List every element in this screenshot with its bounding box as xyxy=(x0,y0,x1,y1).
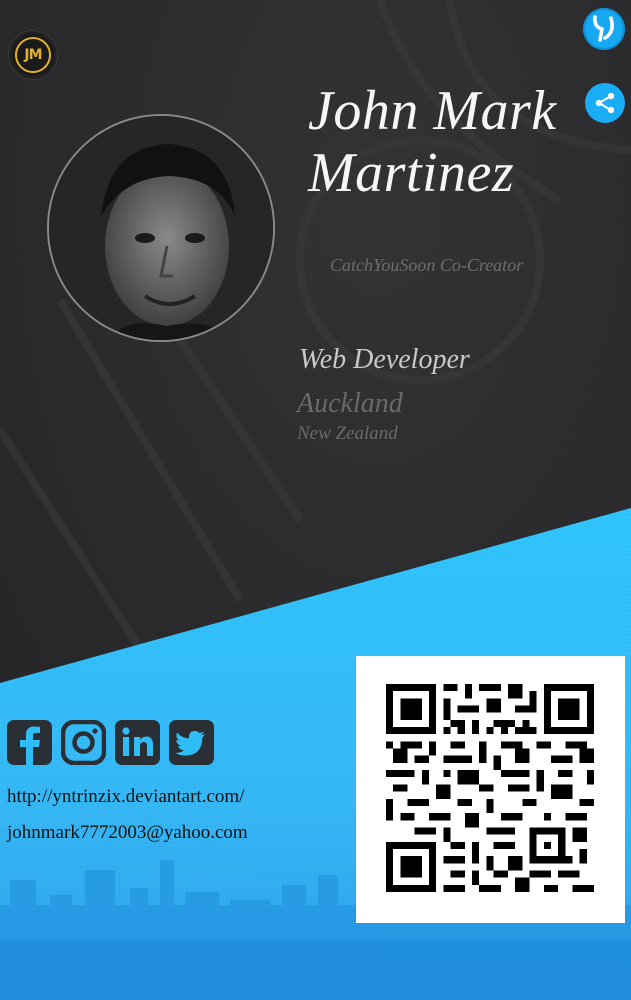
city: Auckland xyxy=(297,388,403,419)
qr-code-graphic xyxy=(386,684,594,892)
catchyousoon-logo-icon xyxy=(593,15,614,42)
linkedin-icon[interactable] xyxy=(115,720,160,765)
email-link[interactable]: johnmark7772003@yahoo.com xyxy=(7,822,248,844)
instagram-icon[interactable] xyxy=(61,720,106,765)
job-title: Web Developer xyxy=(299,344,470,375)
jm-logo[interactable]: JM xyxy=(9,31,57,79)
profile-portrait xyxy=(49,116,273,340)
contact-card: JM John Mark Martinez CatchYouSoon Co-Cr… xyxy=(0,0,631,1000)
full-name: John Mark Martinez xyxy=(308,80,598,204)
jm-logo-text: JM xyxy=(15,37,51,73)
country: New Zealand xyxy=(297,423,398,444)
website-link[interactable]: http://yntrinzix.deviantart.com/ xyxy=(7,786,244,808)
last-name: Martinez xyxy=(308,142,515,204)
first-name: John Mark xyxy=(308,80,557,142)
profile-photo xyxy=(47,114,275,342)
social-links xyxy=(7,720,214,765)
catchyousoon-button[interactable] xyxy=(583,8,625,50)
tagline: CatchYouSoon Co-Creator xyxy=(330,255,524,275)
twitter-icon[interactable] xyxy=(169,720,214,765)
facebook-icon[interactable] xyxy=(7,720,52,765)
qr-code[interactable] xyxy=(356,656,625,923)
